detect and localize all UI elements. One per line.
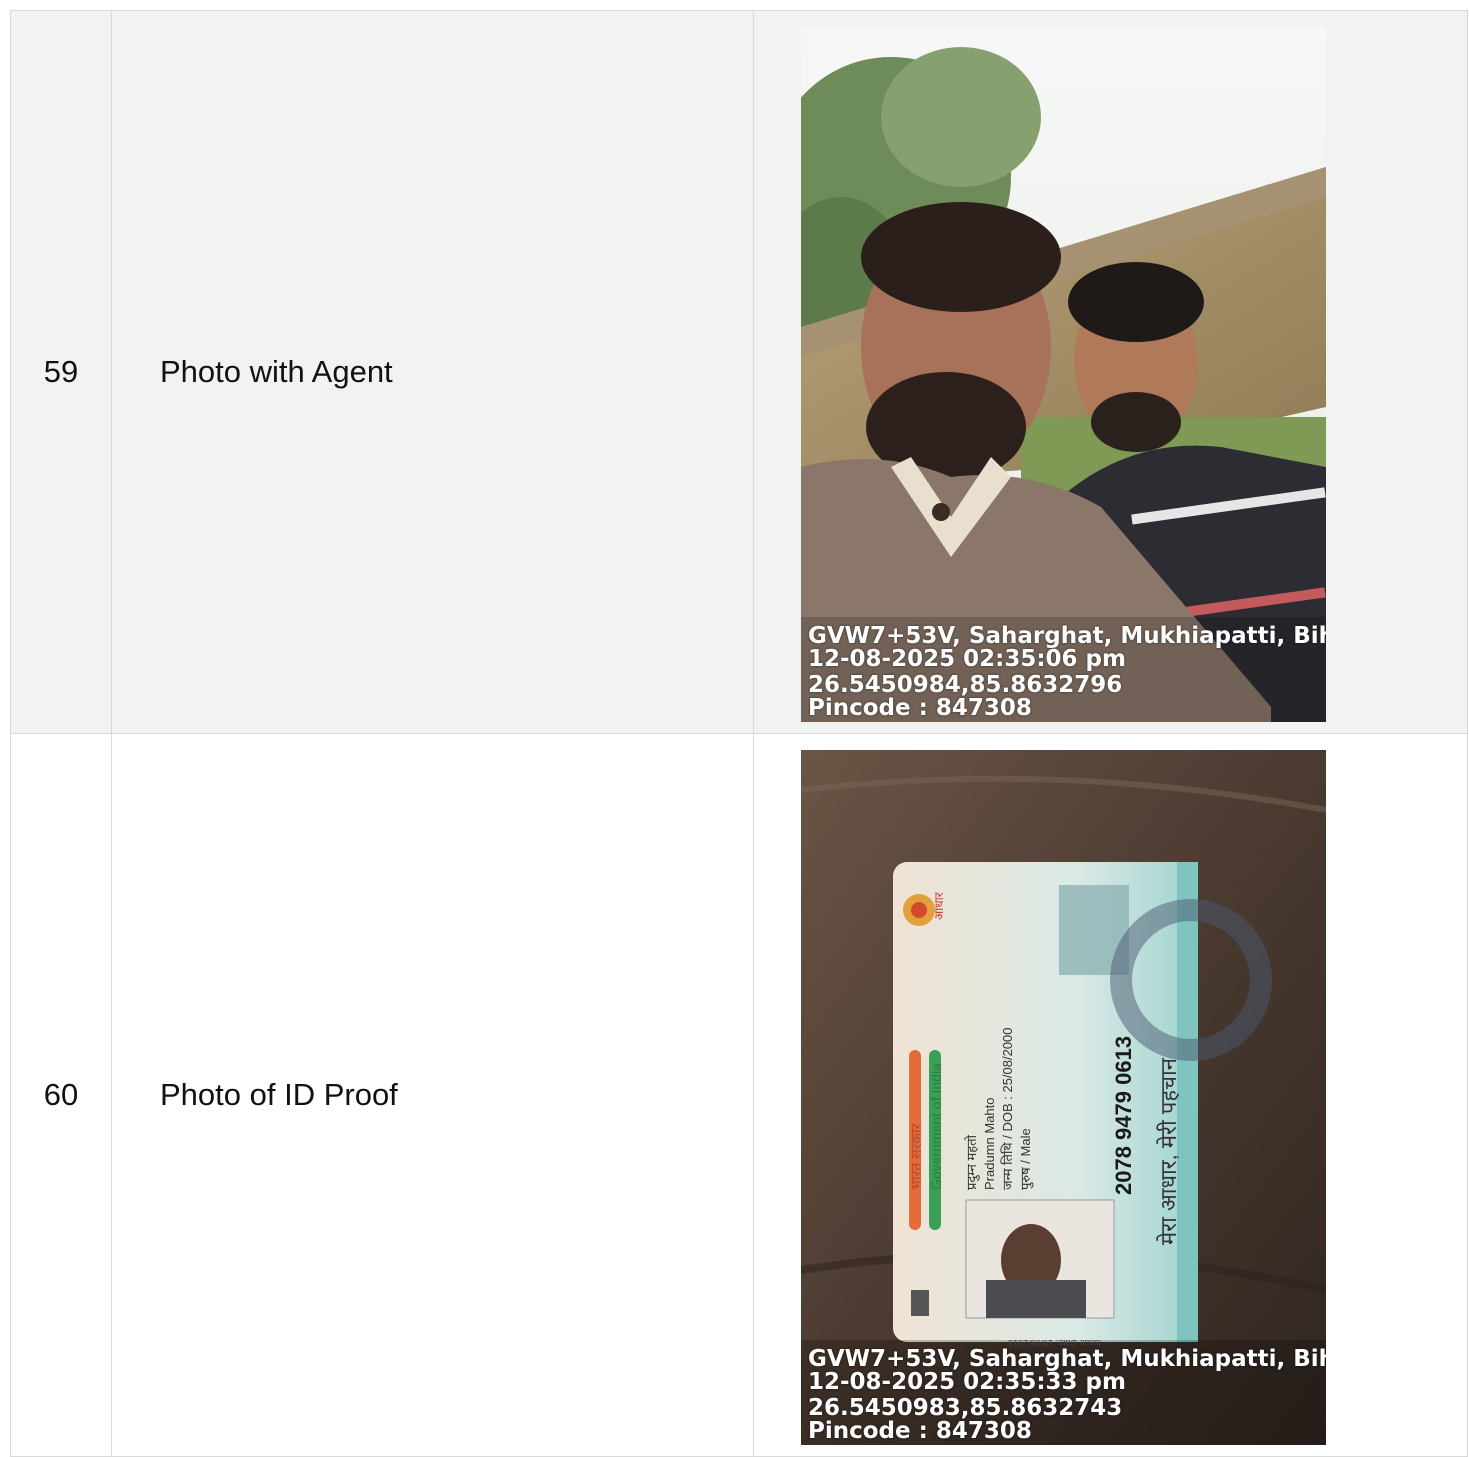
card-name-english: Pradumn Mahto bbox=[982, 1098, 997, 1191]
table-row: 59 Photo with Agent GVW7+53V, Saharghat,… bbox=[10, 10, 1468, 734]
stamp-address: GVW7+53V, Saharghat, Mukhiapatti, Bihar … bbox=[808, 623, 1326, 649]
photo-cell: प्रदुम्न महतो Pradumn Mahto जन्म तिथि / … bbox=[753, 733, 1468, 1457]
stamp-datetime: 12-08-2025 02:35:06 pm bbox=[808, 646, 1126, 672]
row-label: Photo of ID Proof bbox=[111, 733, 754, 1457]
photo-cell: GVW7+53V, Saharghat, Mukhiapatti, Bihar … bbox=[753, 10, 1468, 734]
stamp-pincode: Pincode : 847308 bbox=[808, 1418, 1032, 1444]
stamp-address: GVW7+53V, Saharghat, Mukhiapatti, Bihar … bbox=[808, 1346, 1326, 1372]
card-english-gov: Government of India bbox=[928, 1063, 944, 1190]
card-tagline: मेरा आधार, मेरी पहचान bbox=[1156, 1057, 1181, 1245]
id-card-photo-image: प्रदुम्न महतो Pradumn Mahto जन्म तिथि / … bbox=[801, 750, 1326, 1445]
row-number: 59 bbox=[10, 10, 112, 734]
row-label: Photo with Agent bbox=[111, 10, 754, 734]
selfie-photo-image bbox=[801, 27, 1326, 722]
card-number: 2078 9479 0613 bbox=[1111, 1036, 1136, 1195]
row-number: 60 bbox=[10, 733, 112, 1457]
card-hindi-gov: भारत सरकार bbox=[908, 1123, 924, 1190]
stamp-datetime: 12-08-2025 02:35:33 pm bbox=[808, 1369, 1126, 1395]
stamp-pincode: Pincode : 847308 bbox=[808, 695, 1032, 721]
stamp-coords: 26.5450983,85.8632743 bbox=[808, 1395, 1123, 1421]
stamp-coords: 26.5450984,85.8632796 bbox=[808, 672, 1123, 698]
photo-stamp: GVW7+53V, Saharghat, Mukhiapatti, Bihar … bbox=[808, 625, 1326, 720]
id-card-photo[interactable]: प्रदुम्न महतो Pradumn Mahto जन्म तिथि / … bbox=[801, 750, 1326, 1445]
card-name-hindi: प्रदुम्न महतो bbox=[964, 1134, 980, 1190]
table-row: 60 Photo of ID Proof प्रदुम्न महतो Pradu… bbox=[10, 733, 1468, 1457]
card-dob: जन्म तिथि / DOB : 25/08/2000 bbox=[1000, 1027, 1015, 1190]
selfie-photo[interactable]: GVW7+53V, Saharghat, Mukhiapatti, Bihar … bbox=[801, 27, 1326, 722]
card-logo-text: आधार bbox=[932, 891, 946, 920]
records-table: 59 Photo with Agent GVW7+53V, Saharghat,… bbox=[10, 10, 1468, 1457]
card-gender: पुरुष / Male bbox=[1018, 1128, 1034, 1190]
photo-stamp: GVW7+53V, Saharghat, Mukhiapatti, Bihar … bbox=[808, 1348, 1326, 1443]
